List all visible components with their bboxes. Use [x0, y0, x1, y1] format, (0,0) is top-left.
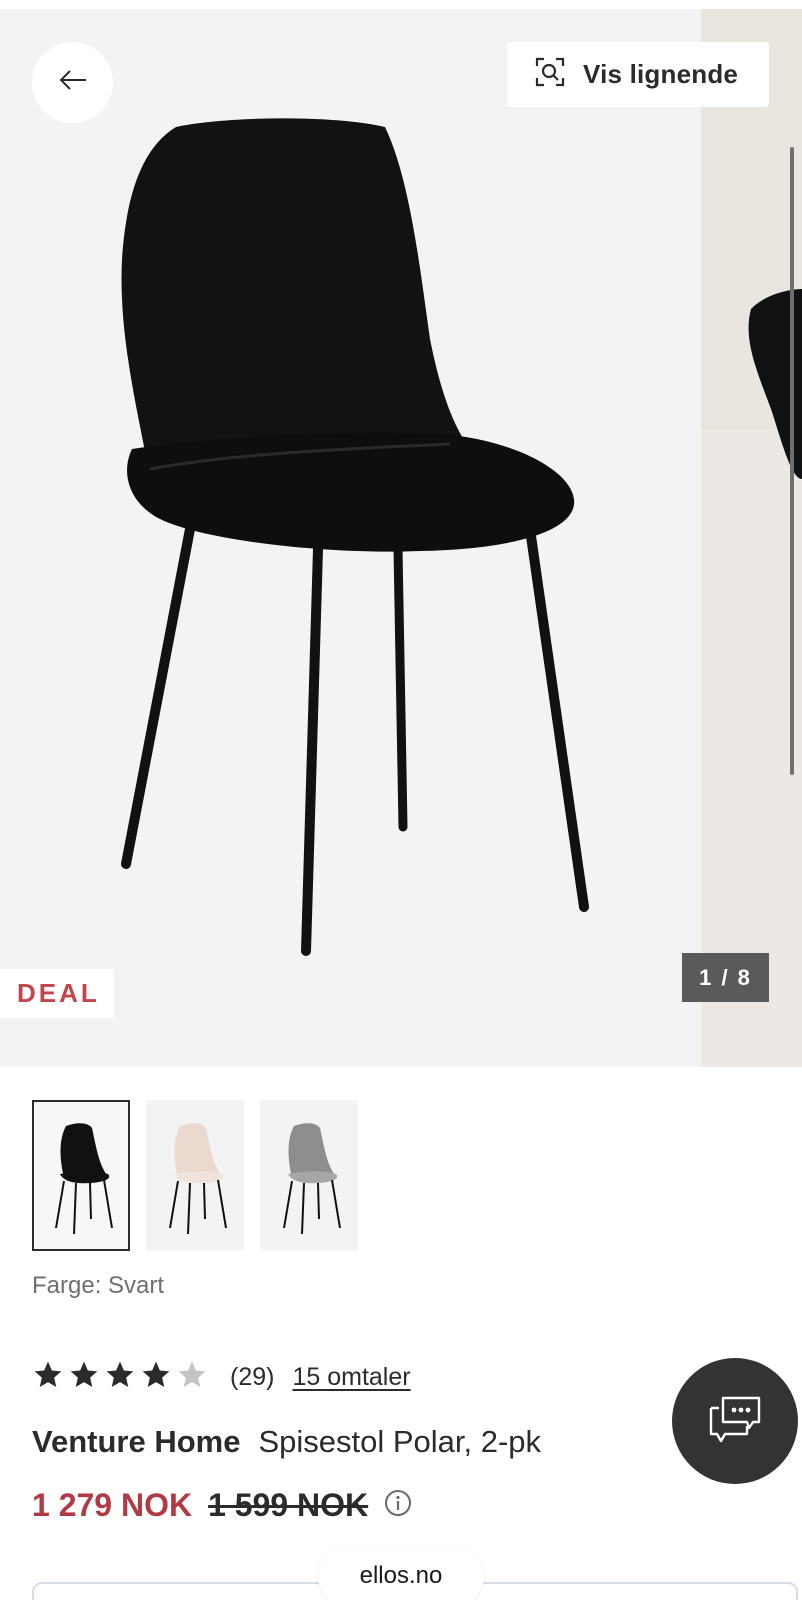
- star-filled-icon: [140, 1359, 172, 1396]
- visual-search-icon: [535, 57, 565, 92]
- chair-image: [121, 118, 589, 956]
- info-icon[interactable]: [384, 1489, 412, 1522]
- show-similar-button[interactable]: Vis lignende: [507, 42, 769, 107]
- color-swatches: [32, 1100, 358, 1251]
- product-image[interactable]: [0, 9, 701, 1067]
- back-button[interactable]: [32, 42, 113, 123]
- chair-thumbnail-beige: [169, 1122, 227, 1234]
- next-product-image[interactable]: [701, 9, 802, 1067]
- deal-badge-label: DEAL: [17, 978, 100, 1008]
- swatch-grey[interactable]: [260, 1100, 358, 1251]
- browser-url: ellos.no: [359, 1562, 443, 1589]
- chat-bubbles-icon: [707, 1394, 763, 1449]
- chair-thumbnail-grey: [283, 1122, 341, 1234]
- rating-count: (29): [230, 1362, 275, 1391]
- product-title: Venture Home Spisestol Polar, 2-pk: [32, 1424, 541, 1460]
- swatch-beige[interactable]: [146, 1100, 244, 1251]
- arrow-left-icon: [59, 69, 87, 96]
- rating-row: (29) 15 omtaler: [32, 1358, 411, 1396]
- image-counter: 1 / 8: [682, 953, 769, 1002]
- browser-url-pill[interactable]: ellos.no: [318, 1546, 484, 1600]
- price-row: 1 279 NOK 1 599 NOK: [32, 1487, 412, 1524]
- star-filled-icon: [32, 1359, 64, 1396]
- star-filled-icon: [68, 1359, 100, 1396]
- status-area: [0, 0, 802, 9]
- chair-thumbnail-black: [55, 1122, 113, 1234]
- selected-color-label: Farge: Svart: [32, 1272, 165, 1299]
- chat-button[interactable]: [672, 1358, 798, 1484]
- gallery-scrollbar[interactable]: [790, 147, 794, 775]
- product-name: Spisestol Polar, 2-pk: [258, 1424, 542, 1459]
- deal-badge: DEAL: [0, 969, 114, 1018]
- star-filled-icon: [104, 1359, 136, 1396]
- original-price: 1 599 NOK: [208, 1487, 369, 1523]
- show-similar-label: Vis lignende: [583, 59, 739, 89]
- brand-name[interactable]: Venture Home: [32, 1424, 240, 1460]
- star-rating: [32, 1359, 208, 1396]
- reviews-link[interactable]: 15 omtaler: [292, 1363, 410, 1392]
- swatch-black[interactable]: [32, 1100, 130, 1251]
- current-price: 1 279 NOK: [32, 1487, 193, 1523]
- star-empty-icon: [176, 1359, 208, 1396]
- product-image-gallery[interactable]: Vis lignende DEAL 1 / 8: [0, 9, 802, 1067]
